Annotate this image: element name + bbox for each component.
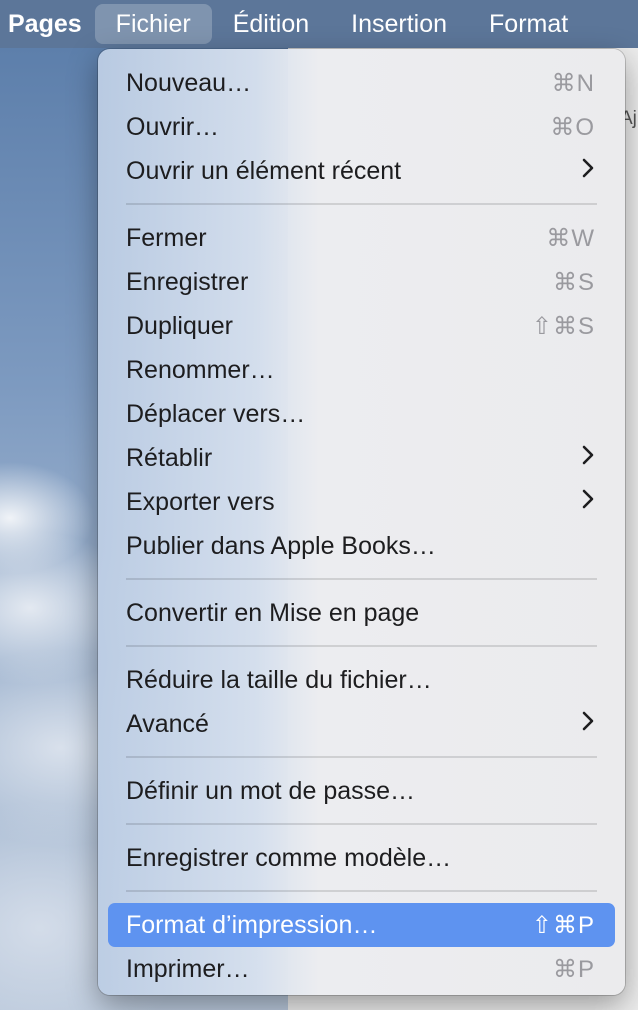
menu-separator — [126, 756, 597, 758]
menu-item-label: Renommer… — [126, 355, 275, 384]
menu-item-shortcut: ⇧⌘S — [531, 312, 595, 340]
menu-item-label: Imprimer… — [126, 954, 250, 983]
menu-item-label: Enregistrer — [126, 267, 249, 296]
menu-item-g1-0[interactable]: Fermer ⌘W — [108, 216, 615, 260]
menu-separator — [126, 890, 597, 892]
menu-item-g1-3[interactable]: Renommer… — [108, 348, 615, 392]
chevron-right-icon — [581, 157, 595, 186]
menu-item-label: Ouvrir un élément récent — [126, 156, 402, 185]
menu-item-label: Format d’impression… — [126, 910, 378, 939]
menu-item-g1-5[interactable]: Rétablir — [108, 436, 615, 480]
menu-item-label: Fermer — [126, 223, 207, 252]
menu-item-shortcut: ⌘N — [551, 69, 595, 97]
menu-bar: Pages Fichier Édition Insertion Format — [0, 0, 638, 48]
menubar-edition[interactable]: Édition — [212, 4, 330, 44]
menu-item-g0-1[interactable]: Ouvrir… ⌘O — [108, 105, 615, 149]
menu-item-g1-4[interactable]: Déplacer vers… — [108, 392, 615, 436]
menu-item-g3-1[interactable]: Avancé — [108, 702, 615, 746]
menu-item-g1-2[interactable]: Dupliquer ⇧⌘S — [108, 304, 615, 348]
menu-item-label: Ouvrir… — [126, 112, 220, 141]
menu-item-g1-6[interactable]: Exporter vers — [108, 480, 615, 524]
menubar-app-pages[interactable]: Pages — [0, 4, 95, 44]
menu-item-shortcut: ⌘O — [550, 113, 595, 141]
menu-item-label: Nouveau… — [126, 68, 252, 97]
menu-item-g5-0[interactable]: Enregistrer comme modèle… — [108, 836, 615, 880]
menu-item-g6-1[interactable]: Imprimer… ⌘P — [108, 947, 615, 991]
menu-item-shortcut: ⌘S — [552, 268, 595, 296]
menu-item-label: Enregistrer comme modèle… — [126, 843, 452, 872]
menu-separator — [126, 203, 597, 205]
menu-item-g0-2[interactable]: Ouvrir un élément récent — [108, 149, 615, 193]
menu-item-g6-0[interactable]: Format d’impression… ⇧⌘P — [108, 903, 615, 947]
chevron-right-icon — [581, 488, 595, 517]
menu-item-g3-0[interactable]: Réduire la taille du fichier… — [108, 658, 615, 702]
chevron-right-icon — [581, 444, 595, 473]
menu-separator — [126, 823, 597, 825]
menu-separator — [126, 578, 597, 580]
menu-item-shortcut: ⇧⌘P — [531, 911, 595, 939]
menubar-fichier[interactable]: Fichier — [94, 4, 212, 44]
menu-item-label: Déplacer vers… — [126, 399, 306, 428]
menu-separator — [126, 645, 597, 647]
menu-item-label: Définir un mot de passe… — [126, 776, 416, 805]
menu-item-g2-0[interactable]: Convertir en Mise en page — [108, 591, 615, 635]
fichier-dropdown-menu: Nouveau… ⌘N Ouvrir… ⌘O Ouvrir un élément réc… — [98, 49, 625, 995]
menu-item-label: Exporter vers — [126, 487, 275, 516]
menubar-insertion[interactable]: Insertion — [330, 4, 468, 44]
menu-item-g4-0[interactable]: Définir un mot de passe… — [108, 769, 615, 813]
menu-item-label: Rétablir — [126, 443, 213, 472]
menu-item-label: Dupliquer — [126, 311, 234, 340]
menu-item-label: Réduire la taille du fichier… — [126, 665, 432, 694]
chevron-right-icon — [581, 710, 595, 739]
menu-item-g1-1[interactable]: Enregistrer ⌘S — [108, 260, 615, 304]
menu-item-g1-7[interactable]: Publier dans Apple Books… — [108, 524, 615, 568]
menu-item-g0-0[interactable]: Nouveau… ⌘N — [108, 61, 615, 105]
menu-item-label: Convertir en Mise en page — [126, 598, 420, 627]
menu-item-label: Avancé — [126, 709, 209, 738]
menubar-format[interactable]: Format — [468, 4, 589, 44]
menu-item-label: Publier dans Apple Books… — [126, 531, 436, 560]
menu-item-shortcut: ⌘W — [546, 224, 595, 252]
menu-item-shortcut: ⌘P — [552, 955, 595, 983]
